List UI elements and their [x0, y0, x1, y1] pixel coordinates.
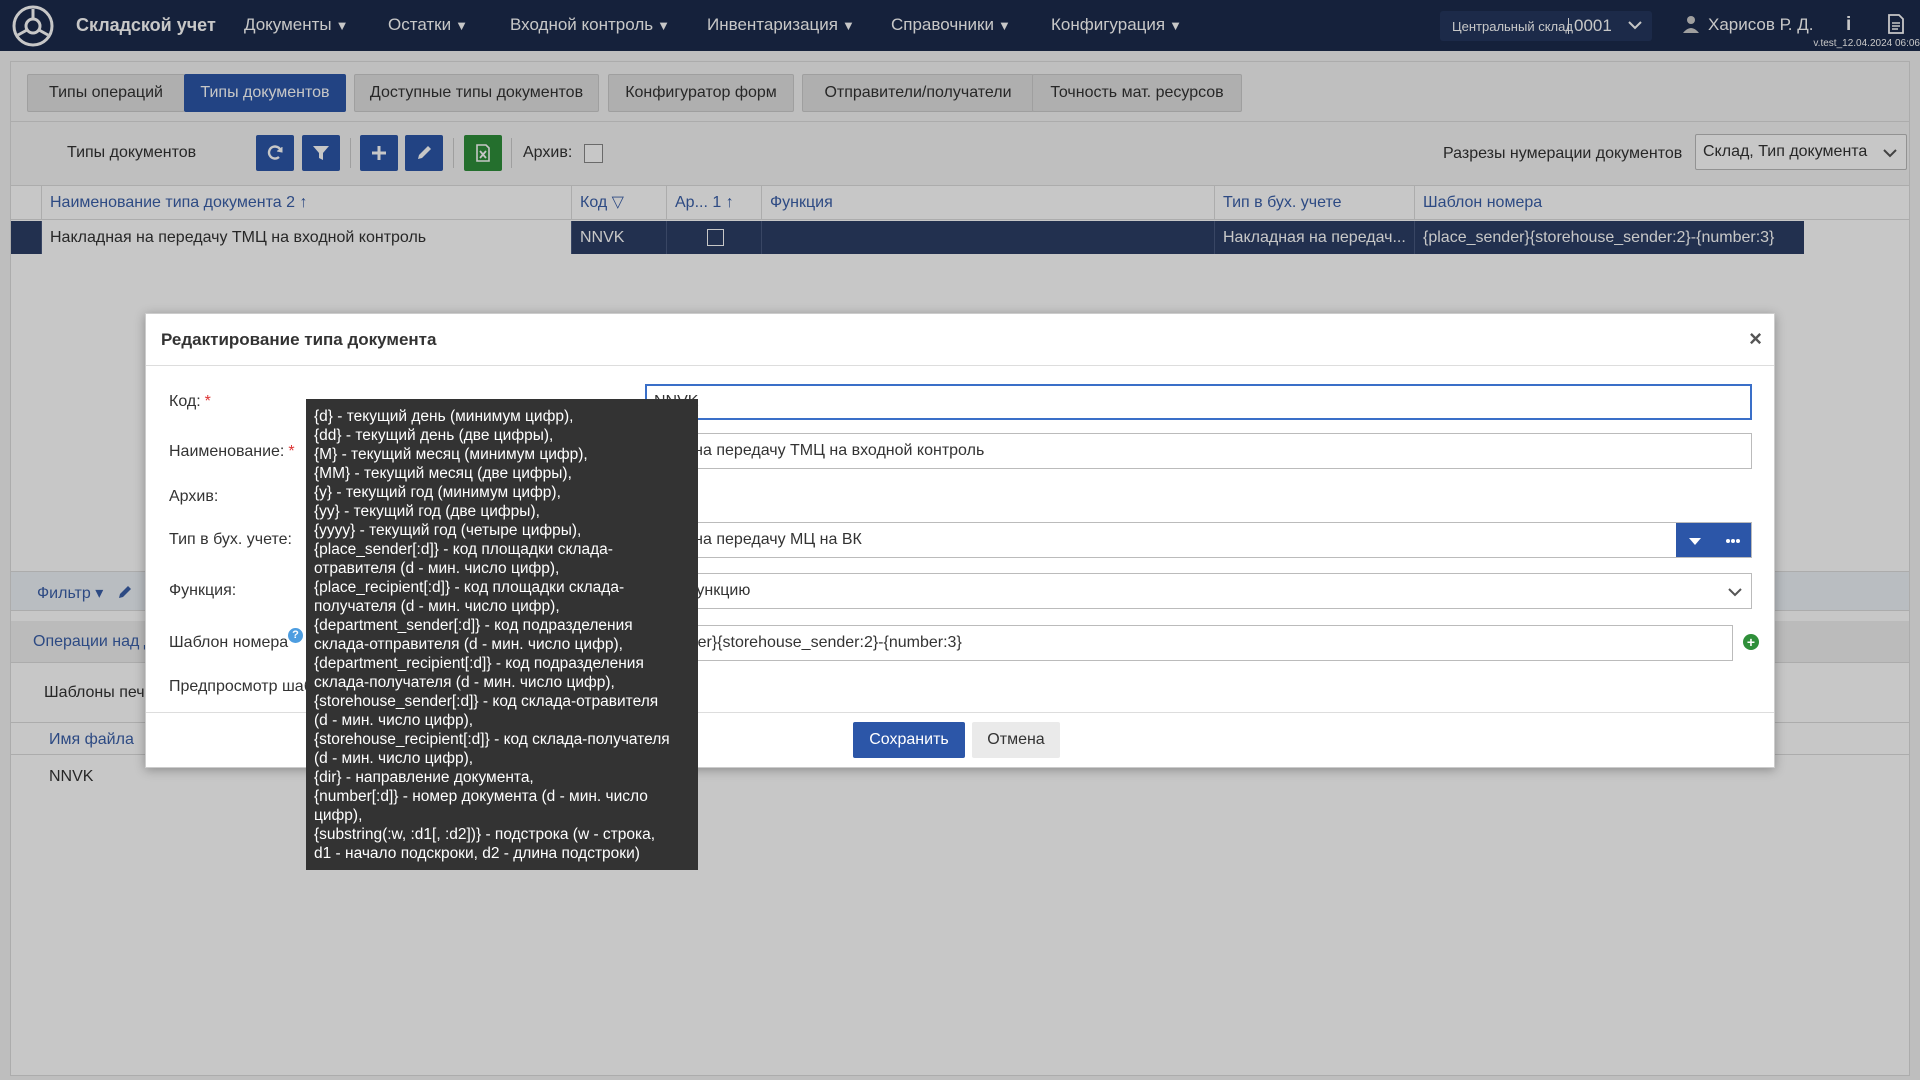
tooltip-line: (d - мин. число цифр), [314, 750, 474, 767]
dialog-title: Редактирование типа документа [161, 330, 437, 349]
accounting-type-label: Тип в бух. учете: [169, 531, 292, 548]
cancel-button[interactable]: Отмена [972, 722, 1060, 758]
code-label: Код: * [169, 393, 211, 410]
dialog-header: Редактирование типа документа × [146, 314, 1774, 366]
accounting-type-combo[interactable]: дная на передачу МЦ на ВК [645, 522, 1752, 558]
help-icon[interactable]: ? [288, 628, 303, 643]
add-circle-icon[interactable]: + [1743, 634, 1759, 650]
tooltip-line: отравителя (d - мин. число цифр), [314, 560, 560, 577]
tooltip-line: {d} - текущий день (минимум цифр), [314, 408, 574, 425]
tooltip-line: {M} - текущий месяц (минимум цифр), [314, 446, 588, 463]
tooltip-line: {dir} - направление документа, [314, 769, 534, 786]
archive-field-label: Архив: [169, 488, 219, 505]
chevron-down-icon [1728, 588, 1742, 597]
more-icon [1726, 539, 1740, 543]
accounting-dropdown-button[interactable] [1676, 523, 1714, 557]
tooltip-line: {y} - текущий год (минимум цифр), [314, 484, 561, 501]
tooltip-line: {dd} - текущий день (две цифры), [314, 427, 554, 444]
tooltip-line: {MM} - текущий месяц (две цифры), [314, 465, 572, 482]
tooltip-line: (d - мин. число цифр), [314, 712, 474, 729]
tooltip-line: {yyyy} - текущий год (четыре цифры), [314, 522, 582, 539]
template-help-tooltip: {d} - текущий день (минимум цифр), {dd} … [306, 399, 698, 870]
required-mark: * [288, 443, 295, 460]
accounting-more-button[interactable] [1714, 523, 1751, 557]
close-icon[interactable]: × [1749, 326, 1762, 352]
tooltip-line: {place_sender[:d]} - код площадки склада… [314, 541, 613, 558]
tooltip-line: {department_recipient[:d]} - код подразд… [314, 655, 644, 672]
tooltip-line: {yy} - текущий год (две цифры), [314, 503, 540, 520]
function-select[interactable]: ите функцию [645, 573, 1752, 609]
tooltip-line: {substring(:w, :d1[, :d2])} - подстрока … [314, 826, 656, 843]
required-mark: * [204, 393, 211, 410]
save-button[interactable]: Сохранить [853, 722, 965, 758]
function-label: Функция: [169, 582, 237, 599]
template-input[interactable]: _sender}{storehouse_sender:2}-{number:3} [645, 625, 1733, 661]
preview-label: Предпросмотр шаб [169, 678, 313, 695]
tooltip-line: склада-получателя (d - мин. число цифр), [314, 674, 615, 691]
tooltip-line: склада-отправителя (d - мин. число цифр)… [314, 636, 623, 653]
code-input[interactable]: NNVK [645, 384, 1752, 420]
tooltip-line: {number[:d]} - номер документа (d - мин.… [314, 788, 648, 805]
tooltip-line: цифр), [314, 807, 363, 824]
caret-down-icon [1689, 538, 1701, 545]
tooltip-line: {storehouse_sender[:d]} - код склада-отр… [314, 693, 659, 710]
template-label: Шаблон номера [169, 634, 289, 651]
tooltip-line: {place_recipient[:d]} - код площадки скл… [314, 579, 625, 596]
tooltip-line: {department_sender[:d]} - код подразделе… [314, 617, 633, 634]
name-input[interactable]: дная на передачу ТМЦ на входной контроль [645, 433, 1752, 469]
tooltip-line: d1 - начало подскроки, d2 - длина подстр… [314, 845, 640, 862]
tooltip-line: получателя (d - мин. число цифр), [314, 598, 560, 615]
tooltip-line: {storehouse_recipient[:d]} - код склада-… [314, 731, 670, 748]
name-label: Наименование: * [169, 443, 295, 460]
